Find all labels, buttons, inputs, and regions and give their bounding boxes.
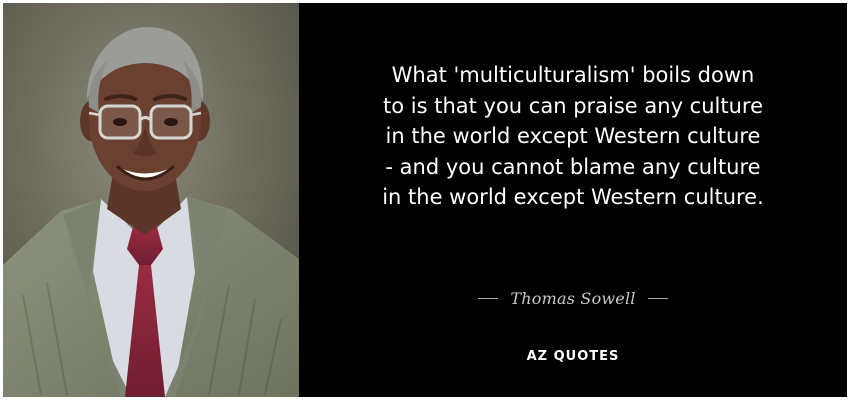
quote-line: to is that you can praise any culture xyxy=(383,93,763,118)
quote-card: What 'multiculturalism' boils down to is… xyxy=(3,3,847,397)
right-divider xyxy=(647,297,668,299)
quote-line: - and you cannot blame any culture xyxy=(385,154,761,179)
quote-line: in the world except Western culture xyxy=(385,124,761,148)
quote-panel: What 'multiculturalism' boils down to is… xyxy=(299,3,847,397)
quote-line: in the world except Western culture. xyxy=(382,185,764,209)
author-name: Thomas Sowell xyxy=(510,288,636,308)
author-photo xyxy=(3,3,299,397)
author-attribution: Thomas Sowell xyxy=(299,285,847,311)
quote-text: What 'multiculturalism' boils down to is… xyxy=(319,60,827,213)
left-divider xyxy=(478,297,499,299)
quote-line: What 'multiculturalism' boils down xyxy=(391,63,755,87)
brand-logo: AZ QUOTES xyxy=(526,349,620,364)
